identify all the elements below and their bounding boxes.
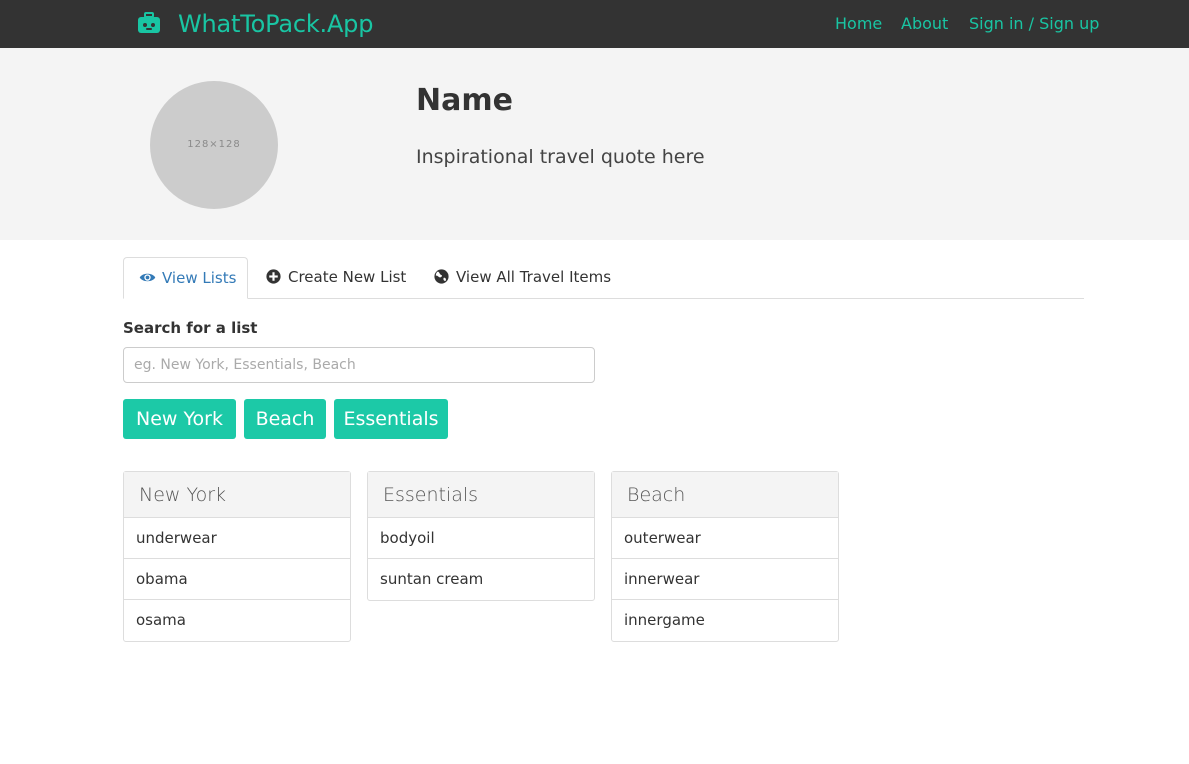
list-item[interactable]: osama	[124, 600, 350, 641]
list-card-title[interactable]: Essentials	[368, 472, 594, 518]
list-card-new-york: New York underwear obama osama	[123, 471, 351, 642]
brand-name[interactable]: WhatToPack.App	[178, 9, 373, 39]
list-item[interactable]: bodyoil	[368, 518, 594, 559]
globe-icon	[434, 269, 449, 284]
profile-name: Name	[416, 83, 513, 118]
filter-button-new-york[interactable]: New York	[123, 399, 236, 439]
list-item[interactable]: outerwear	[612, 518, 838, 559]
list-item[interactable]: obama	[124, 559, 350, 600]
nav-home-link[interactable]: Home	[835, 14, 882, 34]
list-item[interactable]: innerwear	[612, 559, 838, 600]
plus-circle-icon	[266, 269, 281, 284]
list-card-title[interactable]: Beach	[612, 472, 838, 518]
list-card-beach: Beach outerwear innerwear innergame	[611, 471, 839, 642]
list-item[interactable]: underwear	[124, 518, 350, 559]
search-label: Search for a list	[123, 319, 258, 337]
profile-quote: Inspirational travel quote here	[416, 146, 705, 168]
navbar: WhatToPack.App Home About Sign in / Sign…	[0, 0, 1189, 48]
profile-header: 128×128 Name Inspirational travel quote …	[0, 48, 1189, 240]
tab-create-new-list[interactable]: Create New List	[265, 257, 406, 298]
tab-view-lists[interactable]: View Lists	[123, 257, 248, 299]
list-item[interactable]: innergame	[612, 600, 838, 641]
tab-view-all-travel-items[interactable]: View All Travel Items	[433, 257, 611, 298]
list-item[interactable]: suntan cream	[368, 559, 594, 600]
tab-view-all-travel-items-label: View All Travel Items	[456, 268, 612, 286]
suitcase-icon[interactable]	[137, 11, 161, 35]
list-card-title[interactable]: New York	[124, 472, 350, 518]
tab-create-new-list-label: Create New List	[288, 268, 407, 286]
nav-about-link[interactable]: About	[901, 14, 948, 34]
eye-icon	[139, 273, 156, 282]
filter-button-beach[interactable]: Beach	[244, 399, 326, 439]
avatar-placeholder-label: 128×128	[187, 139, 241, 150]
avatar: 128×128	[150, 81, 278, 209]
tab-view-lists-label: View Lists	[162, 269, 237, 287]
list-card-essentials: Essentials bodyoil suntan cream	[367, 471, 595, 601]
tab-bar: View Lists Create New List View All Trav…	[123, 257, 1084, 299]
filter-button-essentials[interactable]: Essentials	[334, 399, 448, 439]
search-input[interactable]	[123, 347, 595, 383]
nav-signin-link[interactable]: Sign in / Sign up	[969, 14, 1099, 34]
